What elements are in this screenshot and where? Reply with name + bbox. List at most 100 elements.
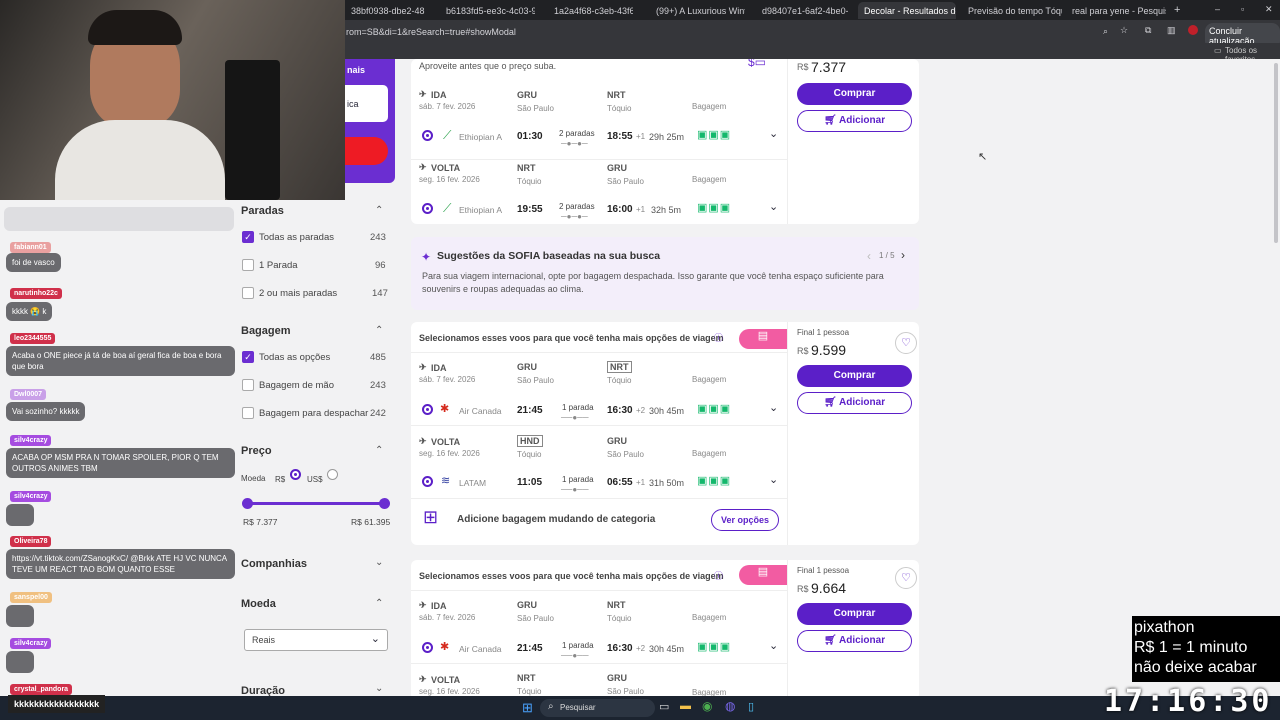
select-flight-radio[interactable] — [422, 203, 433, 214]
page-scrollbar[interactable] — [1272, 59, 1280, 696]
chevron-down-icon[interactable]: ⌄ — [769, 127, 778, 140]
day-offset: +1 — [636, 132, 646, 141]
minimize-icon[interactable]: – — [1215, 4, 1220, 14]
checkbox-all-stops[interactable]: ✓ — [242, 231, 254, 243]
file-explorer-icon[interactable]: ▬ — [680, 700, 691, 712]
browser-tab[interactable]: (99+) A Luxurious Winter — [650, 2, 745, 19]
price-value: 7.377 — [811, 59, 847, 75]
browser-tab[interactable]: b6183fd5-ee3c-4c03-9226 — [440, 2, 535, 19]
chevron-left-icon[interactable]: ‹ — [867, 249, 871, 263]
browser-tab[interactable]: d98407e1-6af2-4be0-9314 — [756, 2, 848, 19]
add-button[interactable]: 🛒︎ Adicionar — [797, 630, 912, 652]
select-flight-radio[interactable] — [422, 130, 433, 141]
price-slider-max-handle[interactable] — [379, 498, 390, 509]
url-text[interactable]: rom=SB&di=1&reSearch=true#showModal — [346, 27, 516, 37]
checkbox-all-baggage[interactable]: ✓ — [242, 351, 254, 363]
extensions-icon[interactable]: ⧉ — [1145, 25, 1151, 36]
select-flight-radio[interactable] — [422, 476, 433, 487]
tab-title: 38bf0938-dbe2-48bf-8645 — [351, 6, 425, 16]
search-icon: ⌕ — [548, 701, 554, 712]
baggage-label: Bagagem — [692, 102, 727, 111]
windows-start-icon[interactable]: ⊞ — [522, 700, 533, 716]
radio-usd[interactable] — [327, 469, 338, 480]
checkbox-hand-baggage[interactable] — [242, 379, 254, 391]
overlay-line: não deixe acabar — [1134, 659, 1257, 676]
see-options-button[interactable]: Ver opções — [711, 509, 779, 531]
chevron-up-icon[interactable]: ⌃ — [375, 598, 383, 609]
app-icon[interactable]: ▯ — [748, 700, 754, 713]
chevron-down-icon[interactable]: ⌄ — [769, 200, 778, 213]
chevron-right-icon[interactable]: › — [901, 248, 905, 262]
radio-brl[interactable] — [290, 469, 301, 480]
chat-username: silv4crazy — [10, 491, 52, 502]
info-icon[interactable]: ⓘ — [714, 569, 723, 582]
taskbar-search[interactable]: ⌕ Pesquisar — [540, 699, 655, 717]
buy-button[interactable]: Comprar — [797, 365, 912, 387]
close-icon[interactable]: ✕ — [1265, 4, 1273, 15]
heart-icon[interactable]: ♡ — [895, 567, 917, 589]
chat-username: Dwl0007 — [10, 389, 47, 400]
tab-title: real para yene - Pesquisa — [1072, 6, 1166, 16]
add-button[interactable]: 🛒︎ Adicionar — [797, 392, 912, 414]
zoom-icon[interactable]: ⌕ — [1103, 26, 1108, 37]
chat-message: kkkkkkkkkkkkkkkkk — [8, 695, 106, 713]
discord-icon[interactable]: ◍ — [725, 699, 735, 713]
promo-banner: nais ica — [345, 59, 395, 183]
chevron-down-icon[interactable]: ⌄ — [375, 683, 383, 694]
currency-select[interactable]: Reais ⌄ — [244, 629, 388, 651]
new-tab-icon[interactable]: + — [1174, 4, 1180, 16]
origin-code: NRT — [517, 673, 536, 683]
sofia-suggestions: ✦ Sugestões da SOFIA baseadas na sua bus… — [411, 237, 919, 310]
chevron-down-icon[interactable]: ⌄ — [769, 639, 778, 652]
departure-time: 21:45 — [517, 405, 543, 416]
select-flight-radio[interactable] — [422, 404, 433, 415]
chat-overlay: fabiann01 foi de vasco narutinho22c kkkk… — [0, 236, 240, 696]
chat-username: leo2344555 — [10, 333, 56, 344]
donation-overlay: pixathon R$ 1 = 1 minuto não deixe acaba… — [1132, 616, 1280, 682]
tab-title: Previsão do tempo Tóquio — [968, 6, 1062, 16]
leg-direction: VOLTA — [431, 437, 461, 447]
checkbox-2-stops[interactable] — [242, 287, 254, 299]
baggage-upsell-text: Adicione bagagem mudando de categoria — [457, 514, 656, 525]
leg-date: sáb. 7 fev. 2026 — [419, 375, 476, 384]
buy-button[interactable]: Comprar — [797, 603, 912, 625]
chevron-down-icon[interactable]: ⌄ — [769, 473, 778, 486]
browser-tab-active[interactable]: Decolar - Resultados de V — [858, 2, 956, 19]
departure-time: 19:55 — [517, 204, 543, 215]
sidepanel-icon[interactable]: ▥ — [1167, 25, 1176, 36]
chevron-up-icon[interactable]: ⌃ — [375, 205, 383, 216]
price-slider-min-handle[interactable] — [242, 498, 253, 509]
promo-box[interactable]: ica — [345, 85, 388, 122]
select-flight-radio[interactable] — [422, 642, 433, 653]
info-icon[interactable]: ⓘ — [714, 331, 723, 344]
origin-code: NRT — [517, 163, 536, 173]
duration: 31h 50m — [649, 478, 685, 488]
chevron-up-icon[interactable]: ⌃ — [375, 325, 383, 336]
add-button[interactable]: 🛒︎ Adicionar — [797, 110, 912, 132]
browser-tab[interactable]: Previsão do tempo Tóquio — [962, 2, 1062, 19]
checkbox-checked-baggage[interactable] — [242, 407, 254, 419]
buy-button[interactable]: Comprar — [797, 83, 912, 105]
option-label: Todas as opções — [259, 352, 331, 363]
chrome-icon[interactable]: ◉ — [702, 699, 712, 713]
final-price-label: Final 1 pessoa — [797, 328, 850, 337]
chevron-down-icon: ⌄ — [370, 633, 380, 645]
maximize-icon[interactable]: ▫ — [1241, 4, 1244, 14]
chevron-down-icon[interactable]: ⌄ — [375, 557, 383, 568]
browser-tab[interactable]: 1a2a4f68-c3eb-43f6-8d61 — [548, 2, 633, 19]
heart-icon[interactable]: ♡ — [895, 332, 917, 354]
origin-city: Tóquio — [517, 687, 542, 696]
baggage-icons: ▣▣▣ — [697, 475, 732, 487]
browser-tab[interactable]: real para yene - Pesquisa — [1066, 2, 1166, 19]
star-icon[interactable]: ☆ — [1120, 25, 1128, 36]
scrollbar-thumb[interactable] — [1274, 63, 1278, 243]
profile-avatar[interactable] — [1188, 25, 1198, 35]
checkbox-1-stop[interactable] — [242, 259, 254, 271]
browser-tab[interactable]: 38bf0938-dbe2-48bf-8645 — [345, 2, 425, 19]
task-view-icon[interactable]: ▭ — [659, 700, 669, 713]
outbound-leg: ✈ IDA sáb. 7 fev. 2026 GRU São Paulo NRT … — [411, 87, 787, 157]
chevron-up-icon[interactable]: ⌃ — [375, 445, 383, 456]
chevron-down-icon[interactable]: ⌄ — [769, 401, 778, 414]
airline-name: Ethiopian A — [459, 205, 503, 215]
promo-button[interactable] — [345, 137, 388, 165]
